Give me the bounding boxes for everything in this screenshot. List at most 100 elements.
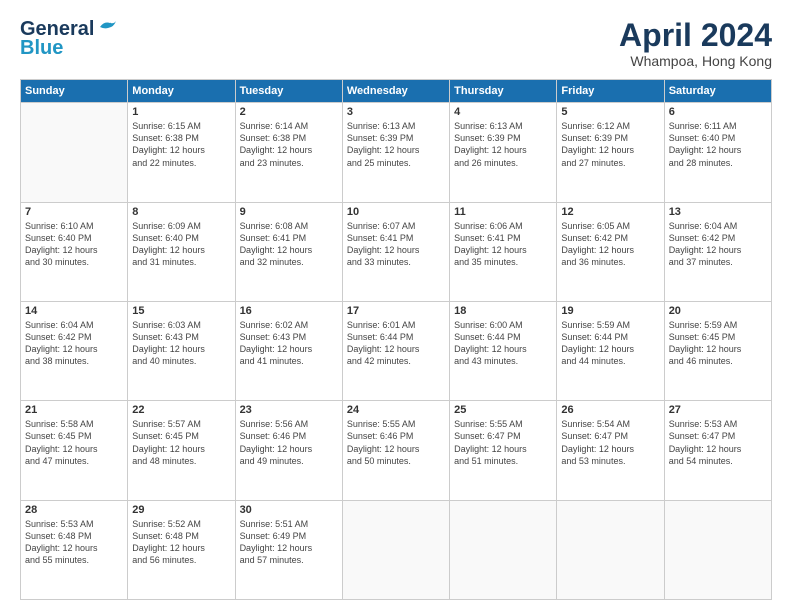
day-info: Sunrise: 5:55 AM Sunset: 6:46 PM Dayligh… [347, 418, 445, 467]
week-row-1: 1 Sunrise: 6:15 AM Sunset: 6:38 PM Daylig… [21, 103, 772, 202]
day-cell: 2 Sunrise: 6:14 AM Sunset: 6:38 PM Daylig… [235, 103, 342, 202]
day-number: 23 [240, 404, 338, 416]
day-info: Sunrise: 6:09 AM Sunset: 6:40 PM Dayligh… [132, 220, 230, 269]
day-info: Sunrise: 5:53 AM Sunset: 6:48 PM Dayligh… [25, 518, 123, 567]
day-info: Sunrise: 5:51 AM Sunset: 6:49 PM Dayligh… [240, 518, 338, 567]
weekday-header-tuesday: Tuesday [235, 80, 342, 103]
location-title: Whampoa, Hong Kong [619, 53, 772, 69]
day-number: 7 [25, 206, 123, 218]
day-cell: 13 Sunrise: 6:04 AM Sunset: 6:42 PM Dayli… [664, 202, 771, 301]
day-number: 19 [561, 305, 659, 317]
day-cell: 16Sunrise: 6:02 AM Sunset: 6:43 PM Dayli… [235, 301, 342, 400]
day-cell: 22 Sunrise: 5:57 AM Sunset: 6:45 PM Dayli… [128, 401, 235, 500]
day-number: 2 [240, 106, 338, 118]
day-info: Sunrise: 6:04 AM Sunset: 6:42 PM Dayligh… [669, 220, 767, 269]
day-number: 14 [25, 305, 123, 317]
day-info: Sunrise: 6:12 AM Sunset: 6:39 PM Dayligh… [561, 120, 659, 169]
weekday-header-friday: Friday [557, 80, 664, 103]
day-info: Sunrise: 6:00 AM Sunset: 6:44 PM Dayligh… [454, 319, 552, 368]
day-cell [664, 500, 771, 599]
day-cell: 19Sunrise: 5:59 AM Sunset: 6:44 PM Dayli… [557, 301, 664, 400]
header: General Blue April 2024 Whampoa, Hong Ko… [20, 18, 772, 69]
week-row-4: 21 Sunrise: 5:58 AM Sunset: 6:45 PM Dayli… [21, 401, 772, 500]
weekday-header-sunday: Sunday [21, 80, 128, 103]
day-cell: 28 Sunrise: 5:53 AM Sunset: 6:48 PM Dayli… [21, 500, 128, 599]
day-info: Sunrise: 5:58 AM Sunset: 6:45 PM Dayligh… [25, 418, 123, 467]
day-cell: 15 Sunrise: 6:03 AM Sunset: 6:43 PM Dayli… [128, 301, 235, 400]
logo-bird-icon [96, 19, 118, 37]
day-info: Sunrise: 6:04 AM Sunset: 6:42 PM Dayligh… [25, 319, 123, 368]
day-info: Sunrise: 6:13 AM Sunset: 6:39 PM Dayligh… [454, 120, 552, 169]
day-number: 8 [132, 206, 230, 218]
day-info: Sunrise: 6:03 AM Sunset: 6:43 PM Dayligh… [132, 319, 230, 368]
day-cell: 24 Sunrise: 5:55 AM Sunset: 6:46 PM Dayli… [342, 401, 449, 500]
day-number: 13 [669, 206, 767, 218]
day-info: Sunrise: 5:54 AM Sunset: 6:47 PM Dayligh… [561, 418, 659, 467]
day-info: Sunrise: 6:06 AM Sunset: 6:41 PM Dayligh… [454, 220, 552, 269]
logo: General Blue [20, 18, 118, 60]
day-info: Sunrise: 6:01 AM Sunset: 6:44 PM Dayligh… [347, 319, 445, 368]
day-cell: 4 Sunrise: 6:13 AM Sunset: 6:39 PM Daylig… [450, 103, 557, 202]
day-number: 5 [561, 106, 659, 118]
day-cell: 12 Sunrise: 6:05 AM Sunset: 6:42 PM Dayli… [557, 202, 664, 301]
day-cell: 23 Sunrise: 5:56 AM Sunset: 6:46 PM Dayli… [235, 401, 342, 500]
day-cell: 21 Sunrise: 5:58 AM Sunset: 6:45 PM Dayli… [21, 401, 128, 500]
day-cell: 9 Sunrise: 6:08 AM Sunset: 6:41 PM Daylig… [235, 202, 342, 301]
day-number: 4 [454, 106, 552, 118]
page: General Blue April 2024 Whampoa, Hong Ko… [0, 0, 792, 612]
day-cell: 1 Sunrise: 6:15 AM Sunset: 6:38 PM Daylig… [128, 103, 235, 202]
day-number: 6 [669, 106, 767, 118]
day-cell: 11 Sunrise: 6:06 AM Sunset: 6:41 PM Dayli… [450, 202, 557, 301]
day-info: Sunrise: 5:59 AM Sunset: 6:45 PM Dayligh… [669, 319, 767, 368]
day-info: Sunrise: 6:14 AM Sunset: 6:38 PM Dayligh… [240, 120, 338, 169]
day-number: 20 [669, 305, 767, 317]
day-number: 25 [454, 404, 552, 416]
day-number: 9 [240, 206, 338, 218]
day-number: 12 [561, 206, 659, 218]
weekday-header-thursday: Thursday [450, 80, 557, 103]
day-info: Sunrise: 5:52 AM Sunset: 6:48 PM Dayligh… [132, 518, 230, 567]
day-number: 29 [132, 504, 230, 516]
day-cell [342, 500, 449, 599]
day-number: 28 [25, 504, 123, 516]
day-cell [450, 500, 557, 599]
day-info: Sunrise: 6:13 AM Sunset: 6:39 PM Dayligh… [347, 120, 445, 169]
week-row-3: 14 Sunrise: 6:04 AM Sunset: 6:42 PM Dayli… [21, 301, 772, 400]
day-number: 11 [454, 206, 552, 218]
day-info: Sunrise: 6:15 AM Sunset: 6:38 PM Dayligh… [132, 120, 230, 169]
day-info: Sunrise: 6:10 AM Sunset: 6:40 PM Dayligh… [25, 220, 123, 269]
day-cell: 14 Sunrise: 6:04 AM Sunset: 6:42 PM Dayli… [21, 301, 128, 400]
month-title: April 2024 [619, 18, 772, 53]
weekday-header-wednesday: Wednesday [342, 80, 449, 103]
day-number: 1 [132, 106, 230, 118]
day-cell: 27 Sunrise: 5:53 AM Sunset: 6:47 PM Dayli… [664, 401, 771, 500]
day-info: Sunrise: 5:57 AM Sunset: 6:45 PM Dayligh… [132, 418, 230, 467]
day-number: 15 [132, 305, 230, 317]
day-info: Sunrise: 5:55 AM Sunset: 6:47 PM Dayligh… [454, 418, 552, 467]
weekday-header-monday: Monday [128, 80, 235, 103]
day-info: Sunrise: 6:07 AM Sunset: 6:41 PM Dayligh… [347, 220, 445, 269]
weekday-header-saturday: Saturday [664, 80, 771, 103]
day-cell: 10Sunrise: 6:07 AM Sunset: 6:41 PM Dayli… [342, 202, 449, 301]
logo-blue: Blue [20, 37, 63, 60]
day-info: Sunrise: 6:08 AM Sunset: 6:41 PM Dayligh… [240, 220, 338, 269]
day-cell: 6Sunrise: 6:11 AM Sunset: 6:40 PM Daylig… [664, 103, 771, 202]
day-cell: 3Sunrise: 6:13 AM Sunset: 6:39 PM Daylig… [342, 103, 449, 202]
day-info: Sunrise: 6:05 AM Sunset: 6:42 PM Dayligh… [561, 220, 659, 269]
day-number: 22 [132, 404, 230, 416]
title-block: April 2024 Whampoa, Hong Kong [619, 18, 772, 69]
week-row-5: 28 Sunrise: 5:53 AM Sunset: 6:48 PM Dayli… [21, 500, 772, 599]
weekday-header-row: SundayMondayTuesdayWednesdayThursdayFrid… [21, 80, 772, 103]
day-number: 27 [669, 404, 767, 416]
day-number: 24 [347, 404, 445, 416]
day-number: 18 [454, 305, 552, 317]
week-row-2: 7 Sunrise: 6:10 AM Sunset: 6:40 PM Daylig… [21, 202, 772, 301]
day-cell: 29 Sunrise: 5:52 AM Sunset: 6:48 PM Dayli… [128, 500, 235, 599]
day-cell: 30Sunrise: 5:51 AM Sunset: 6:49 PM Dayli… [235, 500, 342, 599]
day-cell: 17Sunrise: 6:01 AM Sunset: 6:44 PM Dayli… [342, 301, 449, 400]
day-info: Sunrise: 5:56 AM Sunset: 6:46 PM Dayligh… [240, 418, 338, 467]
day-cell: 18 Sunrise: 6:00 AM Sunset: 6:44 PM Dayli… [450, 301, 557, 400]
day-number: 21 [25, 404, 123, 416]
day-cell: 25 Sunrise: 5:55 AM Sunset: 6:47 PM Dayli… [450, 401, 557, 500]
day-info: Sunrise: 5:53 AM Sunset: 6:47 PM Dayligh… [669, 418, 767, 467]
